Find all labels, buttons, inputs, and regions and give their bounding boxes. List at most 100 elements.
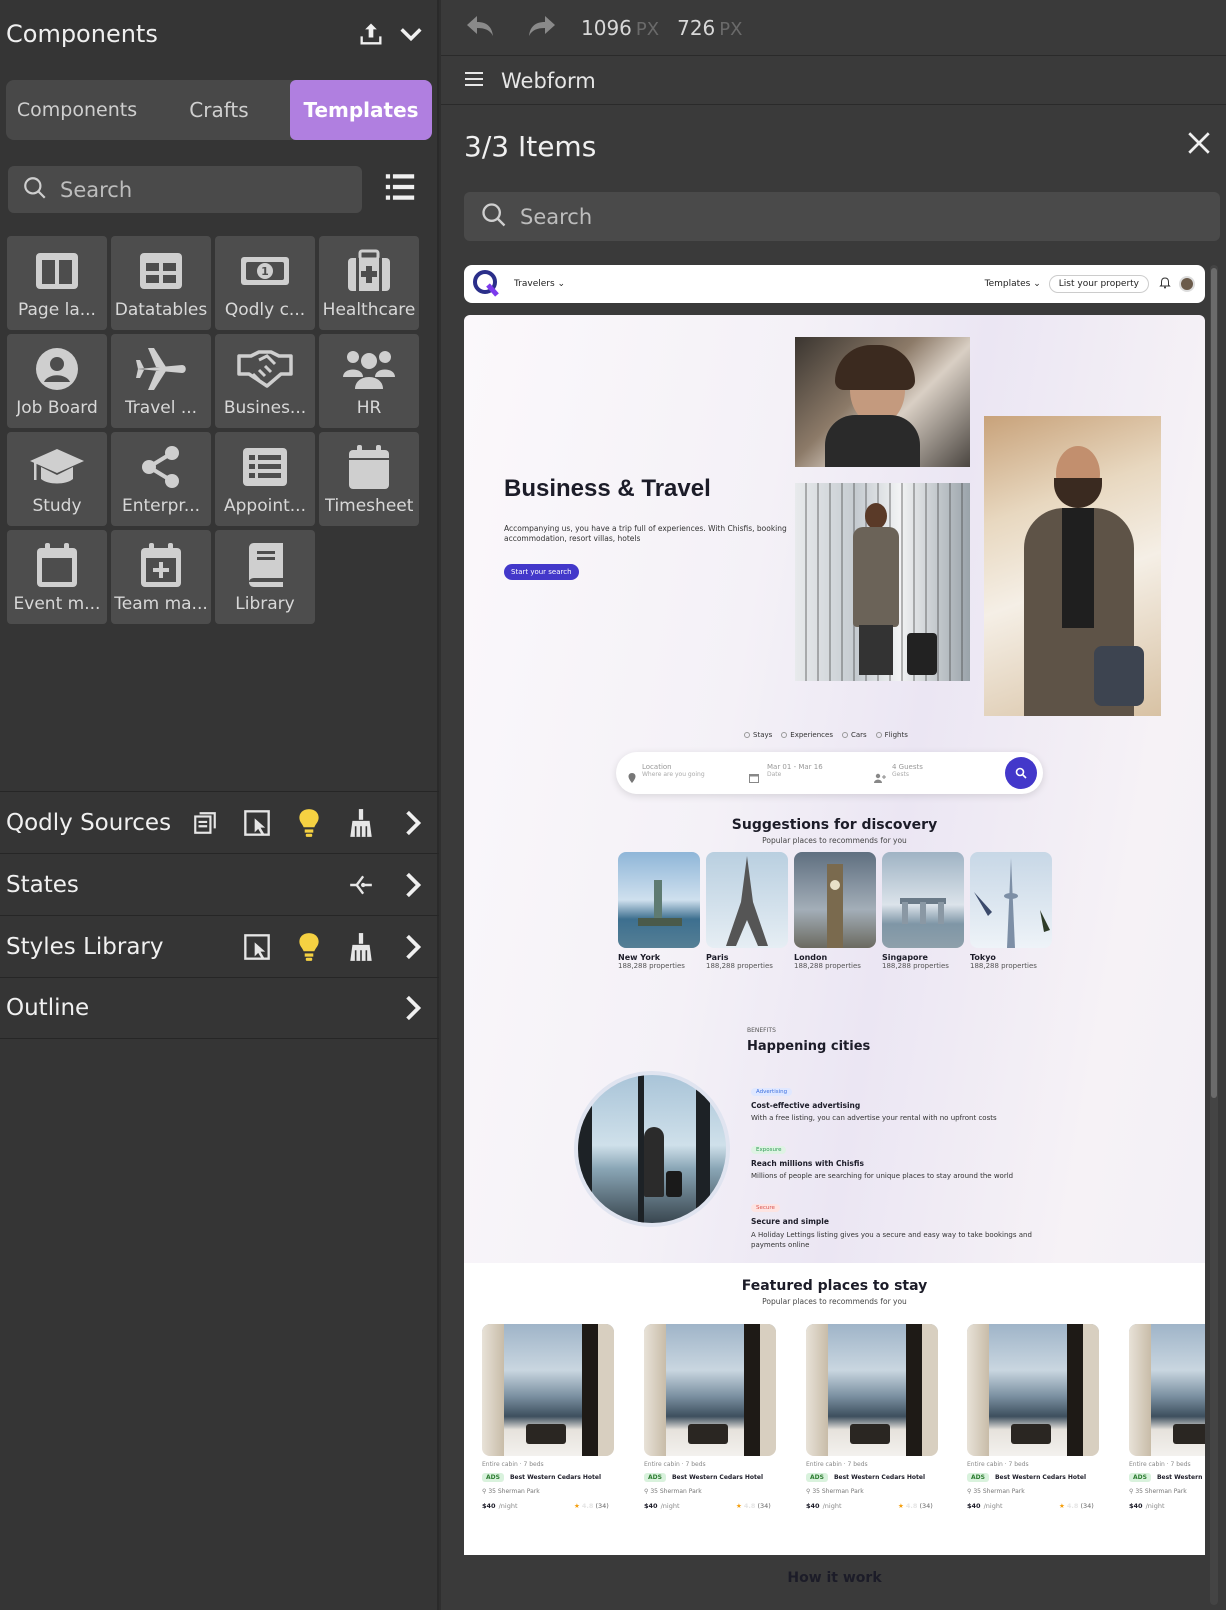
template-tile-enterprise[interactable]: Enterpr... bbox=[111, 432, 211, 526]
template-search-input[interactable]: Search bbox=[8, 166, 362, 213]
featured-card-image bbox=[1129, 1324, 1205, 1456]
search-tab-cars[interactable]: Cars bbox=[841, 731, 867, 739]
section-styles-library[interactable]: Styles Library bbox=[0, 915, 439, 977]
featured-card[interactable]: Entire cabin · 7 beds ADS Best Western Ced… bbox=[482, 1324, 617, 1524]
featured-card[interactable]: Entire cabin · 7 beds ADS Best Western ⚲ 35… bbox=[1129, 1324, 1205, 1524]
lightbulb-icon[interactable] bbox=[283, 803, 335, 843]
card-address-row: ⚲ 35 Sherman Park bbox=[806, 1488, 864, 1495]
broom-icon[interactable] bbox=[335, 927, 387, 967]
date-field[interactable]: Mar 01 - Mar 16 Date bbox=[767, 763, 823, 778]
card-hotel-name: Best Western Cedars Hotel bbox=[671, 1474, 763, 1481]
card-price: $40 bbox=[644, 1502, 658, 1510]
ads-badge: ADS bbox=[806, 1473, 828, 1482]
start-search-button[interactable]: Start your search bbox=[504, 564, 579, 580]
app-root: Components Components Crafts Templates S… bbox=[0, 0, 1226, 1610]
hero-section: Business & Travel Accompanying us, you h… bbox=[464, 315, 1205, 1586]
template-tile-timesheet[interactable]: Timesheet bbox=[319, 432, 419, 526]
state-branch-icon[interactable] bbox=[335, 865, 387, 905]
tab-components[interactable]: Components bbox=[6, 80, 148, 140]
benefits-kicker: BENEFITS bbox=[747, 1027, 776, 1034]
card-hotel-name: Best Western Cedars Hotel bbox=[509, 1474, 601, 1481]
benefit-badge: Advertising bbox=[751, 1088, 793, 1096]
benefit-title: Reach millions with Chisfis bbox=[751, 1159, 864, 1168]
featured-card[interactable]: Entire cabin · 7 beds ADS Best Western Ced… bbox=[644, 1324, 779, 1524]
guests-field[interactable]: 4 Guests Gests bbox=[892, 763, 923, 778]
template-tile-library[interactable]: Library bbox=[215, 530, 315, 624]
location-field[interactable]: Location Where are you going bbox=[642, 763, 705, 778]
tab-crafts[interactable]: Crafts bbox=[148, 80, 290, 140]
canvas-width[interactable]: 1096 PX bbox=[581, 16, 659, 40]
template-tile-travel[interactable]: Travel ... bbox=[111, 334, 211, 428]
template-tile-business[interactable]: Busines... bbox=[215, 334, 315, 428]
place-image-tokyo[interactable] bbox=[970, 852, 1052, 948]
preview-scroll-thumb[interactable] bbox=[1211, 268, 1217, 1098]
tile-label: Qodly c... bbox=[224, 300, 306, 320]
calendar-icon bbox=[348, 444, 390, 490]
search-submit-button[interactable] bbox=[1005, 757, 1037, 789]
template-tile-healthcare[interactable]: Healthcare bbox=[319, 236, 419, 330]
place-image-paris[interactable] bbox=[706, 852, 788, 948]
tab-label: Experiences bbox=[790, 731, 833, 739]
card-address: 35 Sherman Park bbox=[812, 1488, 864, 1495]
select-element-icon[interactable] bbox=[231, 927, 283, 967]
search-tab-experiences[interactable]: Experiences bbox=[781, 731, 833, 739]
featured-card[interactable]: Entire cabin · 7 beds ADS Best Western Ced… bbox=[806, 1324, 941, 1524]
place-london: London 188,288 properties bbox=[794, 953, 876, 970]
featured-card[interactable]: Entire cabin · 7 beds ADS Best Western Ced… bbox=[967, 1324, 1102, 1524]
template-tile-job-board[interactable]: Job Board bbox=[7, 334, 107, 428]
template-tile-appointment[interactable]: Appoint... bbox=[215, 432, 315, 526]
section-qodly-sources[interactable]: Qodly Sources bbox=[0, 791, 439, 853]
section-outline[interactable]: Outline bbox=[0, 977, 439, 1039]
close-icon[interactable] bbox=[1186, 130, 1216, 160]
template-tile-event[interactable]: Event m... bbox=[7, 530, 107, 624]
card-address-row: ⚲ 35 Sherman Park bbox=[482, 1488, 540, 1495]
template-tile-team[interactable]: Team ma... bbox=[111, 530, 211, 624]
redo-icon[interactable] bbox=[527, 14, 557, 42]
page-layout-icon bbox=[34, 248, 80, 294]
broom-icon[interactable] bbox=[335, 803, 387, 843]
template-tile-study[interactable]: Study bbox=[7, 432, 107, 526]
list-property-button[interactable]: List your property bbox=[1048, 275, 1149, 293]
search-tab-stays[interactable]: Stays bbox=[744, 731, 772, 739]
place-image-london[interactable] bbox=[794, 852, 876, 948]
place-image-new-york[interactable] bbox=[618, 852, 700, 948]
search-tab-flights[interactable]: Flights bbox=[875, 731, 908, 739]
guests-hint: Gests bbox=[892, 771, 909, 778]
chevron-right-icon[interactable] bbox=[387, 927, 439, 967]
nav-travelers-label: Travelers bbox=[514, 279, 555, 289]
place-paris: Paris 188,288 properties bbox=[706, 953, 788, 970]
pin-icon: ⚲ bbox=[644, 1488, 649, 1495]
card-address: 35 Sherman Park bbox=[973, 1488, 1025, 1495]
star-icon: ★ bbox=[736, 1502, 742, 1510]
lightbulb-icon[interactable] bbox=[283, 927, 335, 967]
chevron-right-icon[interactable] bbox=[387, 865, 439, 905]
canvas-height[interactable]: 726 PX bbox=[677, 16, 742, 40]
tab-templates[interactable]: Templates bbox=[290, 80, 432, 140]
add-guest-icon bbox=[874, 768, 886, 787]
template-tile-page-layout[interactable]: Page la... bbox=[7, 236, 107, 330]
copy-icon[interactable] bbox=[179, 803, 231, 843]
hamburger-icon[interactable] bbox=[465, 71, 483, 91]
nav-templates[interactable]: Templates ⌄ bbox=[985, 279, 1041, 289]
bell-icon[interactable] bbox=[1159, 276, 1171, 292]
items-search-input[interactable]: Search bbox=[464, 192, 1220, 241]
upload-icon[interactable] bbox=[351, 14, 391, 54]
chevron-down-icon[interactable] bbox=[391, 14, 431, 54]
template-preview[interactable]: Travelers ⌄ Templates ⌄ List your proper… bbox=[464, 265, 1205, 1610]
list-view-icon[interactable] bbox=[383, 170, 419, 206]
section-states[interactable]: States bbox=[0, 853, 439, 915]
template-tile-hr[interactable]: HR bbox=[319, 334, 419, 428]
featured-card-image bbox=[967, 1324, 1099, 1456]
place-image-singapore[interactable] bbox=[882, 852, 964, 948]
avatar[interactable] bbox=[1179, 276, 1195, 292]
chevron-right-icon[interactable] bbox=[387, 988, 439, 1028]
card-price-row: $40/night ★ 4.8 (34) bbox=[806, 1502, 941, 1510]
chevron-right-icon[interactable] bbox=[387, 803, 439, 843]
nav-travelers[interactable]: Travelers ⌄ bbox=[514, 279, 565, 289]
select-element-icon[interactable] bbox=[231, 803, 283, 843]
featured-subtitle: Popular places to recommends for you bbox=[762, 1297, 907, 1306]
template-tile-qodly[interactable]: 1 Qodly c... bbox=[215, 236, 315, 330]
template-tile-datatables[interactable]: Datatables bbox=[111, 236, 211, 330]
card-hotel-name: Best Western bbox=[1156, 1474, 1203, 1481]
undo-icon[interactable] bbox=[465, 14, 495, 42]
